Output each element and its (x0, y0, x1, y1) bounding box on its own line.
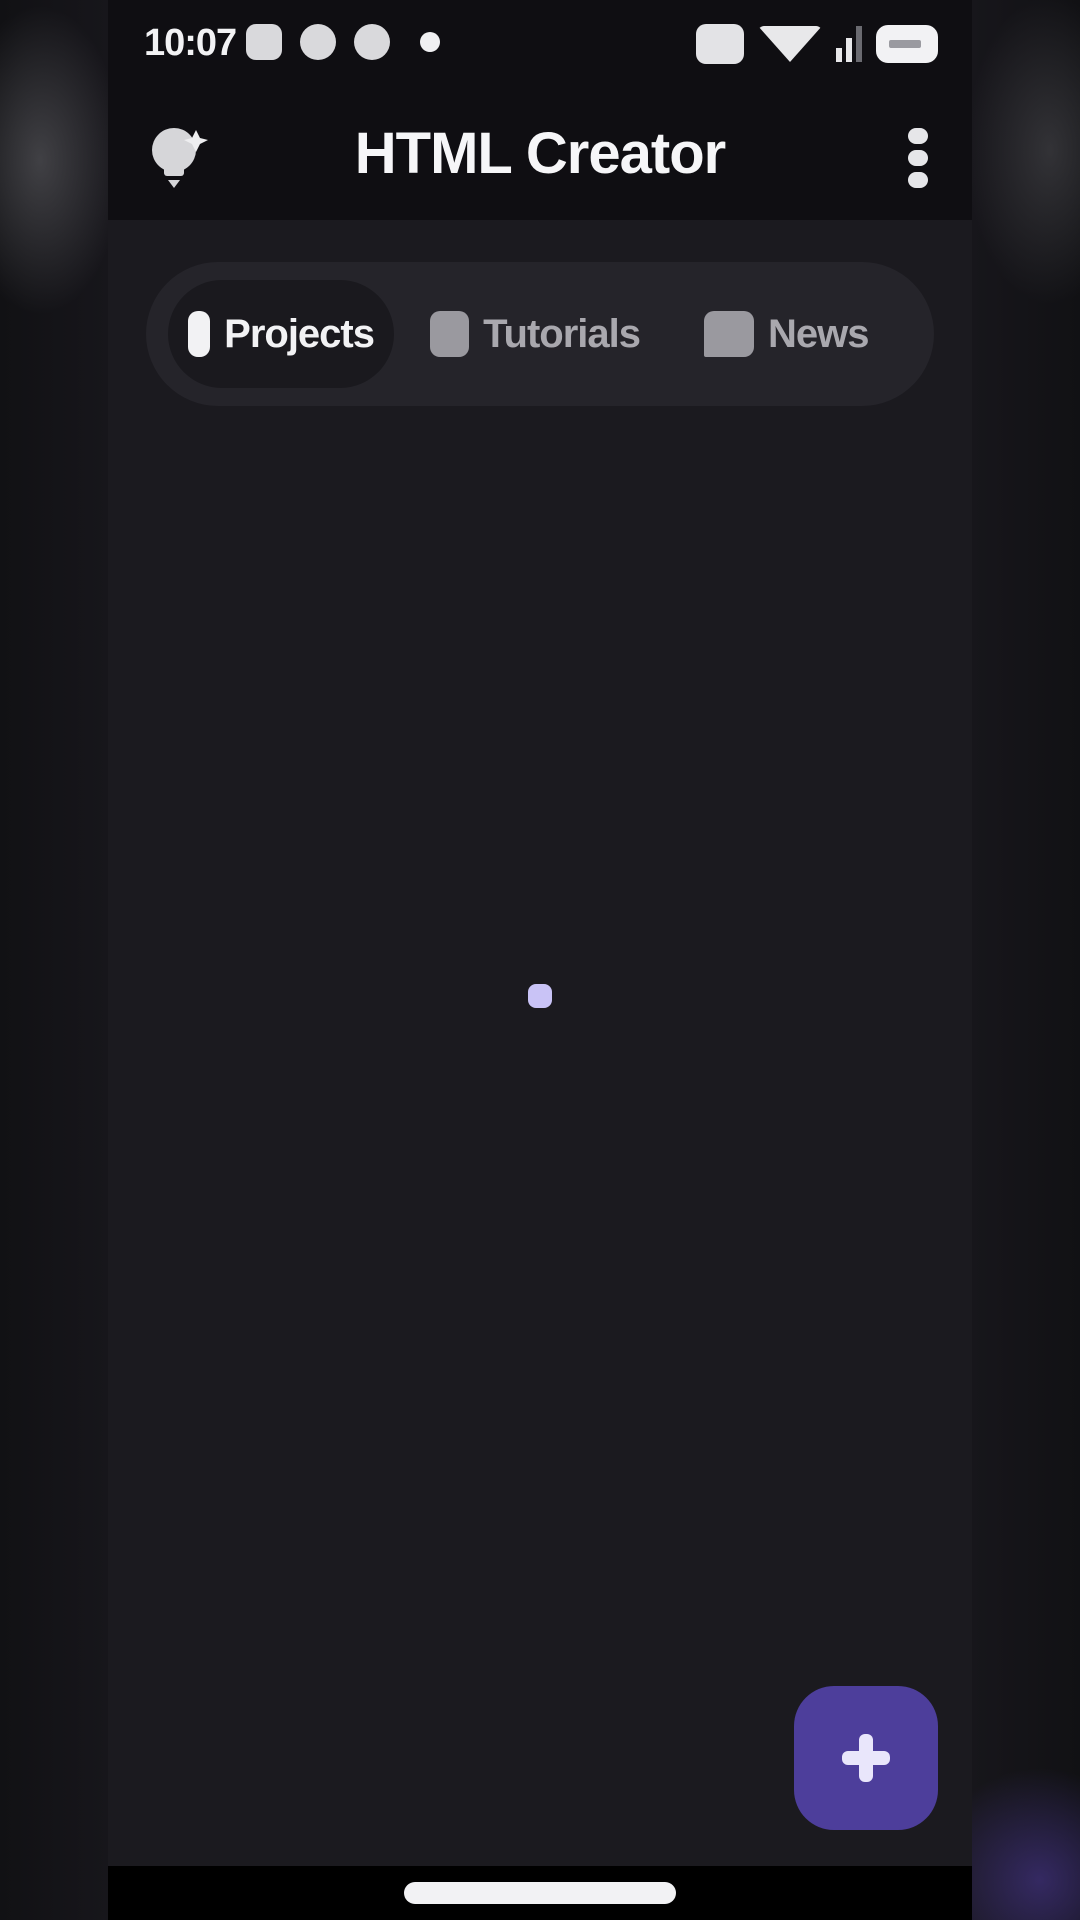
add-project-button[interactable] (794, 1686, 938, 1830)
tab-label: Tutorials (483, 311, 641, 356)
app-bar: HTML Creator (108, 90, 972, 220)
wifi-icon (758, 26, 822, 62)
notification-icons (246, 24, 440, 60)
more-vert-icon[interactable] (906, 128, 930, 188)
app-screen: 10:07 HTML Creator Projects Tutorials Ne… (108, 0, 972, 1920)
loading-indicator (528, 984, 552, 1008)
kebab-dot (908, 172, 928, 188)
navigation-bar (108, 1866, 972, 1920)
kebab-dot (908, 150, 928, 166)
battery-icon (876, 25, 938, 63)
system-icons (696, 24, 938, 64)
kebab-dot (908, 128, 928, 144)
home-gesture-handle[interactable] (404, 1882, 676, 1904)
book-icon (430, 311, 470, 357)
tab-bar: Projects Tutorials News (146, 262, 934, 406)
image-notification-icon (246, 24, 282, 60)
network-icon (696, 24, 744, 64)
tab-label: News (768, 311, 869, 356)
tab-projects[interactable]: Projects (168, 280, 394, 388)
dot-icon (420, 32, 440, 52)
signal-icon (836, 26, 862, 62)
plus-icon (842, 1734, 890, 1782)
status-time: 10:07 (144, 22, 237, 64)
chat-icon (704, 311, 754, 357)
folder-icon (188, 311, 211, 357)
app-notification-icon (354, 24, 390, 60)
page-title: HTML Creator (354, 121, 726, 186)
tab-tutorials[interactable]: Tutorials (410, 280, 660, 388)
tab-label: Projects (224, 311, 375, 356)
tab-news[interactable]: News (684, 280, 912, 388)
status-bar: 10:07 (108, 0, 972, 90)
app-notification-icon (300, 24, 336, 60)
